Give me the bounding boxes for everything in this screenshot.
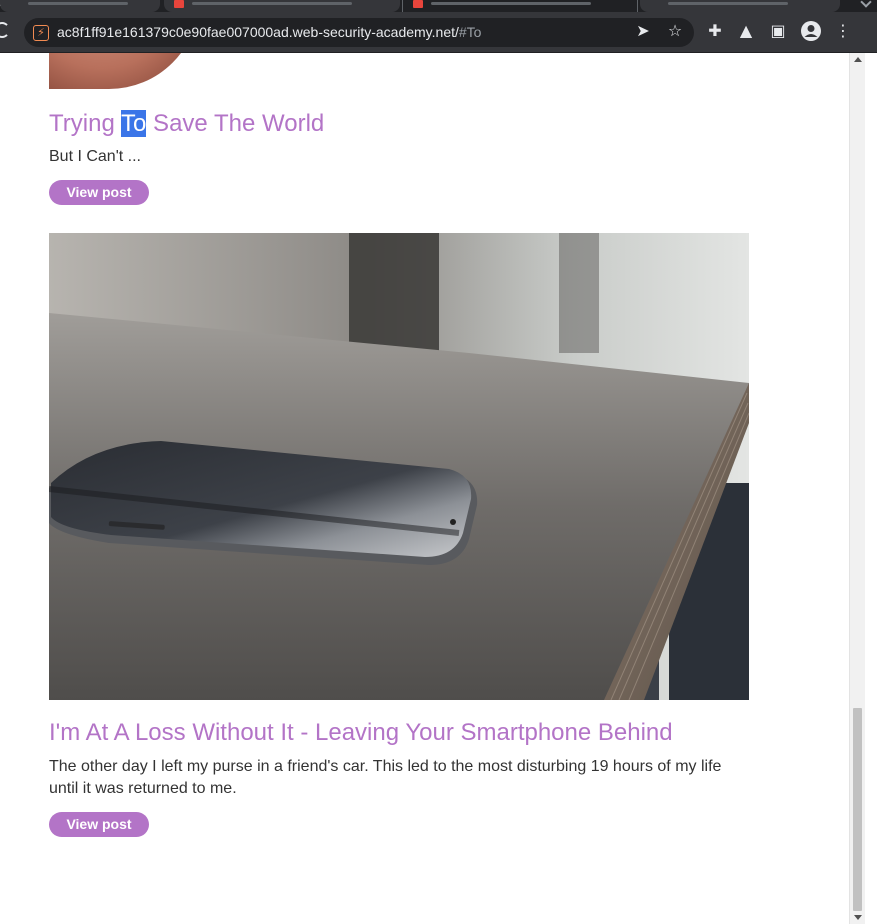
post-image-previous: [49, 53, 749, 90]
url-fragment: #To: [458, 24, 482, 40]
post-title[interactable]: I'm At A Loss Without It - Leaving Your …: [49, 719, 673, 747]
browser-tab[interactable]: [0, 0, 160, 12]
address-bar[interactable]: ⚡ ac8f1ff91e161379c0e90fae007000ad.web-s…: [24, 18, 694, 47]
menu-icon[interactable]: ⋮: [832, 20, 854, 42]
browser-tab[interactable]: [164, 0, 400, 12]
tab-strip: [0, 0, 877, 12]
url-text[interactable]: ac8f1ff91e161379c0e90fae007000ad.web-sec…: [57, 24, 481, 40]
search-highlight: To: [121, 110, 147, 137]
post-title-text: Save The World: [146, 110, 325, 137]
send-icon[interactable]: ➤: [632, 20, 654, 42]
tab-favicon-icon: [413, 0, 423, 8]
reload-icon[interactable]: [0, 22, 10, 38]
vertical-scrollbar[interactable]: [849, 53, 865, 924]
url-main: ac8f1ff91e161379c0e90fae007000ad.web-sec…: [57, 24, 459, 40]
browser-tab[interactable]: [640, 0, 840, 12]
view-post-button[interactable]: View post: [49, 812, 149, 837]
post-title-text: Trying: [49, 110, 122, 137]
star-icon[interactable]: ☆: [664, 20, 686, 42]
tab-favicon-icon: [174, 0, 184, 8]
post-excerpt: The other day I left my purse in a frien…: [49, 758, 722, 797]
scroll-up-arrow-icon[interactable]: [854, 57, 862, 62]
post-image-smartphone[interactable]: [49, 233, 749, 700]
tab-search-chevron-icon[interactable]: [860, 0, 872, 8]
site-info-icon[interactable]: ⚡: [33, 25, 49, 41]
side-panel-icon[interactable]: ▣: [767, 20, 789, 42]
scroll-thumb[interactable]: [853, 708, 862, 911]
post-title[interactable]: Trying To Save The World: [49, 110, 324, 138]
extensions-icon[interactable]: ✚: [704, 20, 726, 42]
scroll-down-arrow-icon[interactable]: [854, 915, 862, 920]
window-edge: [865, 53, 877, 924]
labs-icon[interactable]: ▲: [735, 20, 757, 42]
profile-icon[interactable]: [800, 20, 822, 42]
browser-toolbar: ⚡ ac8f1ff91e161379c0e90fae007000ad.web-s…: [0, 12, 877, 53]
browser-tab-active[interactable]: [402, 0, 638, 12]
page-viewport: Trying To Save The World But I Can't ...…: [0, 53, 849, 924]
view-post-button[interactable]: View post: [49, 180, 149, 205]
post-excerpt: But I Can't ...: [49, 148, 141, 165]
